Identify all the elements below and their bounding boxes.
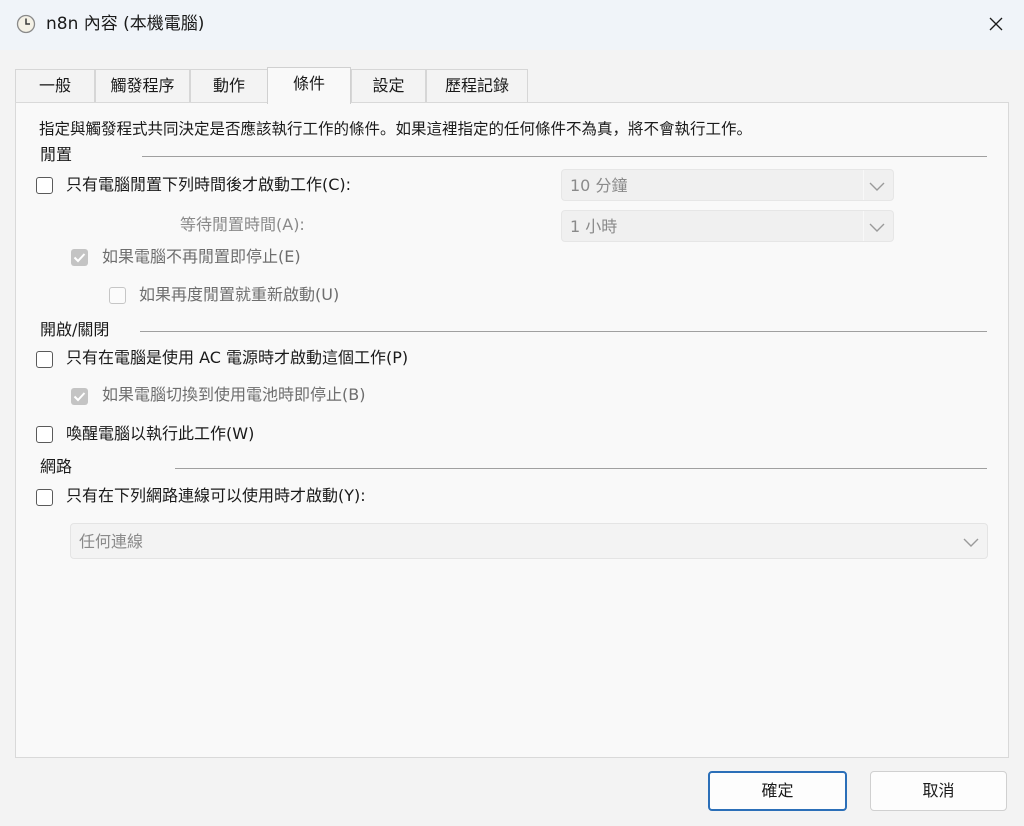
tab-general[interactable]: 一般: [15, 69, 95, 102]
stop-if-not-idle-checkbox[interactable]: [71, 249, 88, 266]
clock-icon: [16, 14, 36, 34]
power-divider: [140, 331, 987, 332]
network-only-label[interactable]: 只有在下列網路連線可以使用時才啟動(Y):: [66, 485, 366, 507]
tab-settings[interactable]: 設定: [351, 69, 426, 102]
checkmark-icon: [73, 253, 86, 263]
chevron-down-icon: [869, 223, 885, 232]
network-connection-dropdown[interactable]: 任何連線: [70, 523, 988, 559]
network-section-header: 網路: [40, 457, 73, 476]
idle-duration-dropdown[interactable]: 10 分鐘: [561, 169, 894, 201]
tab-history[interactable]: 歷程記錄: [426, 69, 528, 102]
checkmark-icon: [73, 392, 86, 402]
dropdown-separator: [863, 211, 864, 241]
wake-computer-label[interactable]: 喚醒電腦以執行此工作(W): [66, 423, 254, 445]
cancel-button[interactable]: 取消: [870, 771, 1007, 811]
restart-if-idle-checkbox[interactable]: [109, 287, 126, 304]
ac-power-only-checkbox[interactable]: [36, 351, 53, 368]
stop-on-battery-label[interactable]: 如果電腦切換到使用電池時即停止(B): [102, 384, 365, 406]
close-button[interactable]: [976, 8, 1016, 40]
dropdown-separator: [863, 170, 864, 200]
wait-idle-value: 1 小時: [570, 217, 618, 236]
tab-triggers[interactable]: 觸發程序: [95, 69, 190, 102]
idle-duration-value: 10 分鐘: [570, 176, 628, 195]
close-icon[interactable]: [989, 17, 1003, 31]
wait-idle-dropdown[interactable]: 1 小時: [561, 210, 894, 242]
wake-computer-checkbox[interactable]: [36, 426, 53, 443]
idle-divider: [142, 156, 987, 157]
wait-idle-label: 等待閒置時間(A):: [180, 215, 305, 234]
idle-section-header: 閒置: [40, 145, 73, 164]
ac-power-only-label[interactable]: 只有在電腦是使用 AC 電源時才啟動這個工作(P): [66, 347, 408, 369]
stop-if-not-idle-label[interactable]: 如果電腦不再閒置即停止(E): [102, 246, 301, 268]
restart-if-idle-label[interactable]: 如果再度閒置就重新啟動(U): [139, 284, 339, 306]
network-connection-value: 任何連線: [79, 532, 144, 551]
description-text: 指定與觸發程式共同決定是否應該執行工作的條件。如果這裡指定的任何條件不為真，將不…: [39, 120, 753, 138]
chevron-down-icon: [869, 182, 885, 191]
title-bar: n8n 內容 (本機電腦): [0, 0, 1024, 50]
window-title: n8n 內容 (本機電腦): [46, 14, 205, 34]
power-section-header: 開啟/關閉: [40, 320, 110, 339]
stop-on-battery-checkbox[interactable]: [71, 388, 88, 405]
chevron-down-icon: [963, 538, 979, 547]
start-if-idle-label[interactable]: 只有電腦閒置下列時間後才啟動工作(C):: [66, 174, 351, 196]
tab-conditions[interactable]: 條件: [267, 67, 351, 104]
network-only-checkbox[interactable]: [36, 489, 53, 506]
ok-button[interactable]: 確定: [708, 771, 847, 811]
start-if-idle-checkbox[interactable]: [36, 177, 53, 194]
network-divider: [175, 468, 987, 469]
tab-actions[interactable]: 動作: [190, 69, 268, 102]
